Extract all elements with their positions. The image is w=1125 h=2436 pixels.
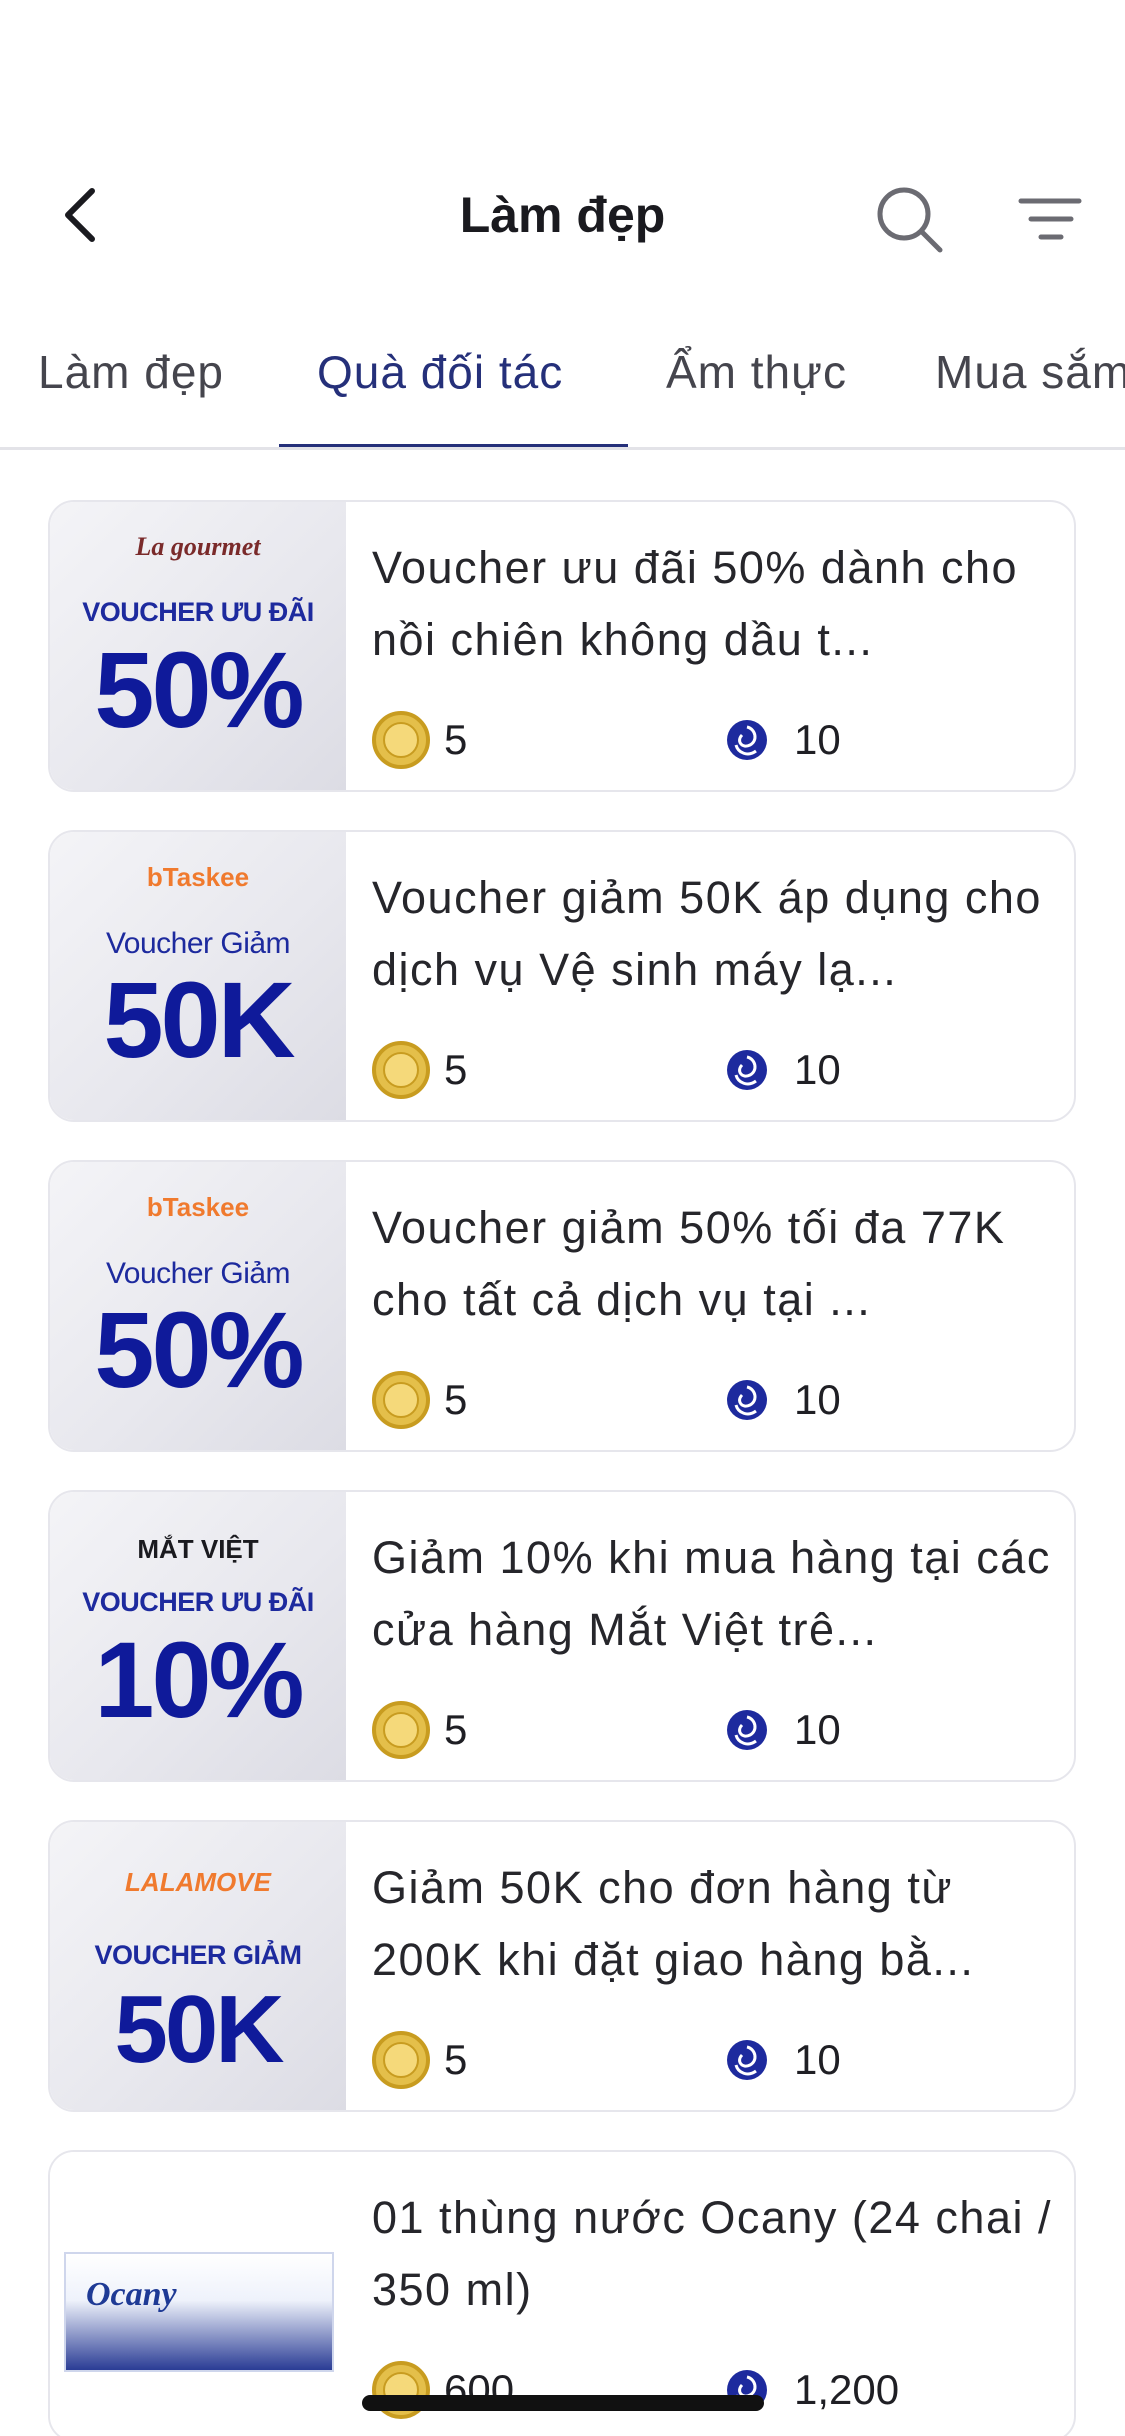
list-item[interactable]: bTaskee Voucher Giảm 50K Voucher giảm 50… xyxy=(48,830,1076,1122)
active-tab-indicator xyxy=(279,444,628,447)
list-item[interactable]: MẮT VIỆT VOUCHER ƯU ĐÃI 10% Giảm 10% khi… xyxy=(48,1490,1076,1782)
voucher-thumbnail: LALAMOVE VOUCHER GIẢM 50K xyxy=(50,1822,346,2110)
page-title: Làm đẹp xyxy=(459,187,666,243)
rose-value: 10 xyxy=(794,1706,841,1753)
rose-icon xyxy=(727,1050,767,1090)
voucher-label: VOUCHER GIẢM xyxy=(94,1940,302,1970)
rose-value: 10 xyxy=(794,2036,841,2083)
brand-logo: bTaskee xyxy=(146,862,250,892)
coin-price: 600 xyxy=(372,2357,514,2423)
voucher-label: Voucher Giảm xyxy=(105,1257,291,1290)
list-item[interactable]: LALAMOVE VOUCHER GIẢM 50K Giảm 50K cho đ… xyxy=(48,1820,1076,2112)
rose-value: 10 xyxy=(794,1046,841,1093)
rose-value: 10 xyxy=(794,1376,841,1423)
rose-price: 10 xyxy=(722,2027,841,2093)
voucher-label: VOUCHER ƯU ĐÃI xyxy=(82,1587,314,1617)
voucher-label: Voucher Giảm xyxy=(105,927,291,960)
coin-price: 5 xyxy=(372,1037,467,1103)
brand-logo: LALAMOVE xyxy=(125,1867,271,1897)
rose-price: 10 xyxy=(722,1367,841,1433)
coin-icon xyxy=(372,2031,430,2089)
search-button[interactable] xyxy=(870,180,950,260)
rose-icon xyxy=(727,720,767,760)
tab-qua-doi-tac[interactable]: Quà đối tác xyxy=(317,330,563,447)
brand-logo: Ocany xyxy=(86,2276,177,2313)
tab-am-thuc[interactable]: Ẩm thực xyxy=(666,330,847,447)
search-icon xyxy=(877,187,943,253)
voucher-thumbnail: MẮT VIỆT VOUCHER ƯU ĐÃI 10% xyxy=(50,1492,346,1780)
coin-value: 5 xyxy=(444,1706,468,1753)
item-title: Giảm 10% khi mua hàng tại các cửa hàng M… xyxy=(372,1532,1051,1655)
filter-icon xyxy=(1018,198,1082,240)
rose-price: 10 xyxy=(722,707,841,773)
brand-logo: MẮT VIỆT xyxy=(137,1534,259,1564)
list-item[interactable]: bTaskee Voucher Giảm 50% Voucher giảm 50… xyxy=(48,1160,1076,1452)
list-item[interactable]: La gourmet VOUCHER ƯU ĐÃI 50% Voucher ưu… xyxy=(48,500,1076,792)
voucher-value: 10% xyxy=(94,1619,304,1740)
rose-price: 10 xyxy=(722,1037,841,1103)
coin-price: 5 xyxy=(372,2027,467,2093)
item-title: Voucher ưu đãi 50% dành cho nồi chiên kh… xyxy=(372,542,1019,665)
coin-icon xyxy=(372,1371,430,1429)
item-title: Voucher giảm 50K áp dụng cho dịch vụ Vệ … xyxy=(372,872,1042,995)
category-tabs: Làm đẹp Quà đối tác Ẩm thực Mua sắm xyxy=(0,330,1125,450)
rose-icon xyxy=(727,2040,767,2080)
voucher-label: VOUCHER ƯU ĐÃI xyxy=(82,597,314,627)
voucher-value: 50% xyxy=(94,1289,304,1410)
product-thumbnail: Ocany xyxy=(50,2152,346,2436)
voucher-thumbnail: La gourmet VOUCHER ƯU ĐÃI 50% xyxy=(50,502,346,790)
item-title: Voucher giảm 50% tối đa 77K cho tất cả d… xyxy=(372,1202,1006,1325)
rose-icon xyxy=(727,1710,767,1750)
home-indicator[interactable] xyxy=(362,2395,764,2411)
list-item[interactable]: Ocany 01 thùng nước Ocany (24 chai / 350… xyxy=(48,2150,1076,2436)
coin-value: 5 xyxy=(444,1376,468,1423)
coin-icon xyxy=(372,1041,430,1099)
tab-lam-dep[interactable]: Làm đẹp xyxy=(38,330,224,447)
coin-icon xyxy=(372,711,430,769)
rose-price: 1,200 xyxy=(722,2357,899,2423)
coin-price: 5 xyxy=(372,1367,467,1433)
voucher-thumbnail: bTaskee Voucher Giảm 50K xyxy=(50,832,346,1120)
coin-value: 5 xyxy=(444,716,468,763)
rose-value: 10 xyxy=(794,716,841,763)
rose-price: 10 xyxy=(722,1697,841,1763)
product-box-image: Ocany xyxy=(64,2252,334,2372)
coin-value: 5 xyxy=(444,2036,468,2083)
item-title: Giảm 50K cho đơn hàng từ 200K khi đặt gi… xyxy=(372,1862,975,1985)
coin-price: 5 xyxy=(372,707,467,773)
header: Làm đẹp xyxy=(0,0,1125,290)
brand-logo: La gourmet xyxy=(135,532,261,561)
coin-icon xyxy=(372,1701,430,1759)
voucher-value: 50% xyxy=(94,629,304,750)
rose-value: 1,200 xyxy=(794,2366,900,2413)
voucher-value: 50K xyxy=(103,959,295,1080)
item-title: 01 thùng nước Ocany (24 chai / 350 ml) xyxy=(372,2192,1052,2315)
voucher-thumbnail: bTaskee Voucher Giảm 50% xyxy=(50,1162,346,1450)
brand-logo: bTaskee xyxy=(146,1192,250,1222)
coin-price: 5 xyxy=(372,1697,467,1763)
voucher-value: 50K xyxy=(114,1976,284,2083)
tab-mua-sam[interactable]: Mua sắm xyxy=(935,330,1125,447)
coin-value: 5 xyxy=(444,1046,468,1093)
rose-icon xyxy=(727,1380,767,1420)
filter-button[interactable] xyxy=(1015,185,1085,255)
